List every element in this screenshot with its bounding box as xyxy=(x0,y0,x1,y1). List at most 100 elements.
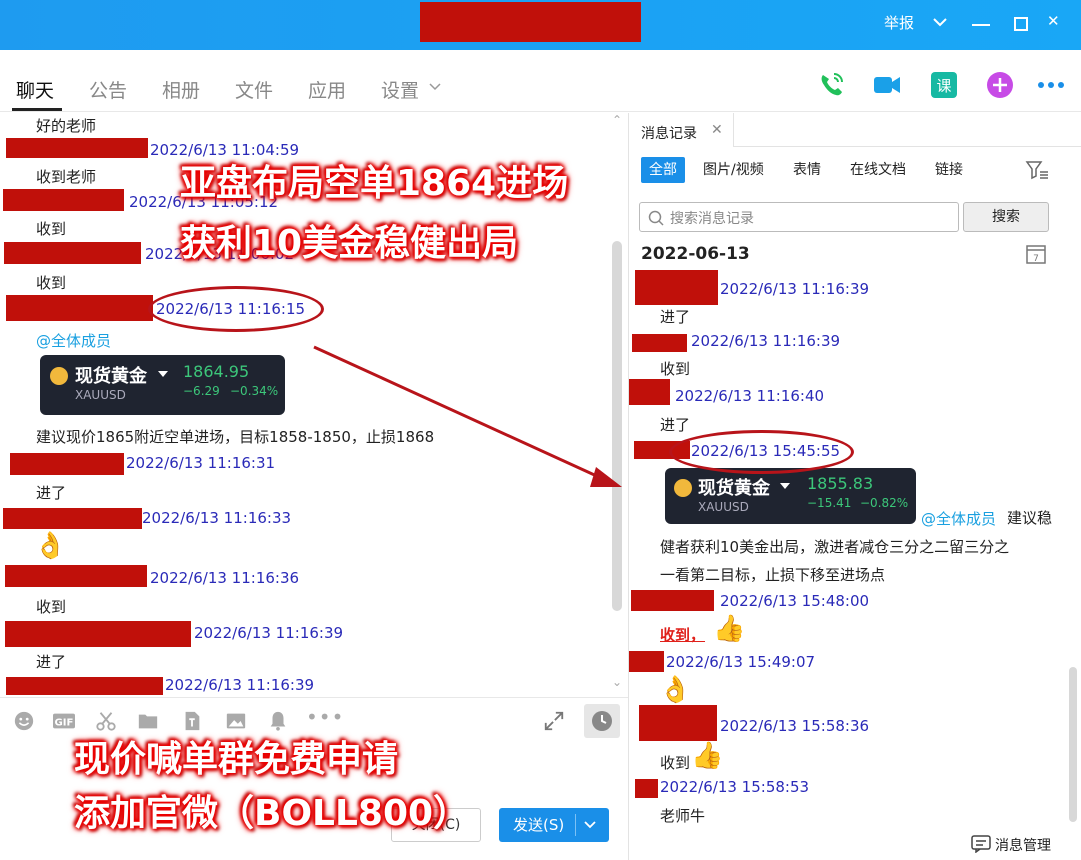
clock-icon xyxy=(592,711,612,731)
minimize-button[interactable] xyxy=(972,24,990,26)
message-timestamp: 2022/6/13 11:16:39 xyxy=(720,280,870,298)
message-timestamp: 2022/6/13 11:16:31 xyxy=(126,454,276,472)
stock-change: −15.41 xyxy=(807,496,852,510)
message-text: 收到 xyxy=(36,274,67,292)
tab-chat[interactable]: 聊天 xyxy=(16,76,54,103)
message-timestamp: 2022/6/13 15:49:07 xyxy=(666,653,816,671)
add-icon[interactable] xyxy=(985,70,1015,100)
more-icon[interactable]: ••• xyxy=(306,706,343,728)
svg-text:GIF: GIF xyxy=(55,718,74,729)
stock-price: 1855.83 xyxy=(807,474,874,493)
redacted-username xyxy=(639,705,717,741)
calendar-icon[interactable]: 7 xyxy=(1025,243,1047,265)
redacted-username xyxy=(635,779,658,798)
filter-stickers[interactable]: 表情 xyxy=(793,157,821,183)
stock-price: 1864.95 xyxy=(183,362,250,381)
video-call-icon[interactable] xyxy=(872,70,902,100)
redacted-username xyxy=(5,565,147,587)
promo-overlay-line: 亚盘布局空单1864进场 xyxy=(180,163,569,204)
redacted-title xyxy=(420,2,641,42)
send-button[interactable]: 发送(S) xyxy=(499,808,609,842)
message-manage-button[interactable]: 消息管理 xyxy=(995,835,1051,855)
mention-all[interactable]: @全体成员 xyxy=(36,330,111,351)
scissors-icon[interactable] xyxy=(94,710,118,732)
gif-icon[interactable]: GIF xyxy=(52,710,76,732)
expand-icon[interactable] xyxy=(542,710,566,732)
annotation-arrow xyxy=(313,345,622,487)
redacted-username xyxy=(4,242,141,264)
tab-message-history[interactable]: 消息记录 xyxy=(641,123,697,143)
redacted-username xyxy=(629,651,664,672)
message-text: 健者获利10美金出局，激进者减仓三分之二留三分之 xyxy=(660,538,1010,556)
history-date: 2022-06-13 xyxy=(641,244,750,264)
history-button[interactable] xyxy=(584,704,620,738)
highlight-ellipse xyxy=(669,430,854,474)
message-text: 收到 xyxy=(36,598,67,616)
message-text: 收到 xyxy=(36,220,67,238)
redacted-username xyxy=(6,295,153,321)
bell-icon[interactable] xyxy=(266,710,290,732)
redacted-username xyxy=(631,590,714,611)
message-text[interactable]: 收到， xyxy=(660,624,705,645)
stock-card[interactable]: 现货黄金 XAUUSD 1855.83 −15.41 −0.82% xyxy=(665,468,916,524)
title-bar: 举报 ✕ xyxy=(0,0,1081,50)
phone-icon[interactable] xyxy=(816,70,846,100)
report-button[interactable]: 举报 xyxy=(884,12,914,33)
tab-album[interactable]: 相册 xyxy=(162,76,200,103)
tab-settings[interactable]: 设置 xyxy=(381,76,419,103)
more-icon[interactable] xyxy=(1036,70,1066,100)
message-text: 进了 xyxy=(660,416,691,434)
tab-apps[interactable]: 应用 xyxy=(308,76,346,103)
collapse-icon[interactable]: ⌃ xyxy=(612,113,622,127)
close-window-button[interactable]: ✕ xyxy=(1047,12,1060,30)
highlight-ellipse xyxy=(148,286,324,332)
expand-icon[interactable]: ⌄ xyxy=(612,675,622,689)
message-timestamp: 2022/6/13 11:16:33 xyxy=(142,509,292,527)
image-icon[interactable] xyxy=(224,710,248,732)
stock-name: 现货黄金 xyxy=(698,478,770,499)
tab-files[interactable]: 文件 xyxy=(235,76,273,103)
message-timestamp: 2022/6/13 15:58:53 xyxy=(660,778,810,796)
svg-text:课: 课 xyxy=(936,77,951,95)
svg-text:7: 7 xyxy=(1033,254,1039,264)
document-icon[interactable] xyxy=(180,710,204,732)
redacted-username xyxy=(632,334,687,352)
filter-media[interactable]: 图片/视频 xyxy=(703,157,764,183)
stock-name: 现货黄金 xyxy=(75,366,147,387)
redacted-username xyxy=(6,677,163,695)
maximize-button[interactable] xyxy=(1014,17,1028,31)
redacted-username xyxy=(10,453,124,475)
thumbs-up-emoji: 👍 xyxy=(691,741,724,771)
message-timestamp: 2022/6/13 15:58:36 xyxy=(720,717,870,735)
chevron-down-icon[interactable] xyxy=(932,12,948,32)
filter-all[interactable]: 全部 xyxy=(641,157,685,183)
caret-down-icon xyxy=(158,371,168,377)
mention-all[interactable]: @全体成员 xyxy=(921,508,996,529)
message-timestamp: 2022/6/13 11:16:40 xyxy=(675,387,825,405)
chevron-down-icon[interactable] xyxy=(583,820,597,830)
emoji-icon[interactable] xyxy=(12,710,36,732)
redacted-username xyxy=(635,270,718,305)
caret-down-icon xyxy=(780,483,790,489)
filter-docs[interactable]: 在线文档 xyxy=(850,157,906,183)
send-label: 发送(S) xyxy=(513,816,565,834)
stock-card[interactable]: 现货黄金 XAUUSD 1864.95 −6.29 −0.34% xyxy=(40,355,285,415)
message-timestamp: 2022/6/13 11:16:39 xyxy=(165,676,315,694)
filter-links[interactable]: 链接 xyxy=(935,157,963,183)
scrollbar[interactable] xyxy=(1069,667,1077,822)
active-tab-underline xyxy=(12,108,62,111)
course-icon[interactable]: 课 xyxy=(929,70,959,100)
redacted-username xyxy=(3,189,124,211)
filter-icon[interactable] xyxy=(1025,160,1049,180)
message-timestamp: 2022/6/13 11:16:36 xyxy=(150,569,300,587)
close-tab-icon[interactable]: ✕ xyxy=(711,122,723,138)
search-button[interactable]: 搜索 xyxy=(963,202,1049,232)
stock-code: XAUUSD xyxy=(75,388,126,402)
tab-announcement[interactable]: 公告 xyxy=(89,76,127,103)
message-timestamp: 2022/6/13 15:48:00 xyxy=(720,592,870,610)
search-input[interactable]: 搜索消息记录 xyxy=(639,202,959,232)
gold-coin-icon xyxy=(50,367,68,385)
folder-icon[interactable] xyxy=(136,710,160,732)
redacted-username xyxy=(6,138,148,158)
promo-overlay-line: 获利10美金稳健出局 xyxy=(180,223,519,264)
